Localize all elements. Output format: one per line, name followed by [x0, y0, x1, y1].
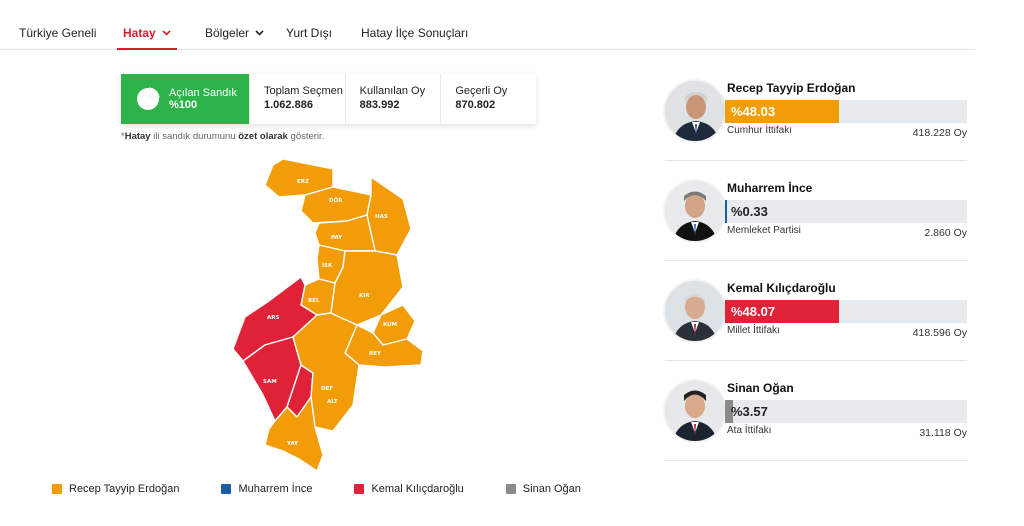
legend-item: Sinan Oğan — [505, 483, 581, 495]
chevron-down-icon — [162, 30, 171, 36]
vote-share-bar: %0.33 — [725, 200, 967, 223]
vote-share-percent: %0.33 — [731, 204, 768, 219]
chevron-down-icon — [255, 30, 264, 36]
candidate-card[interactable]: Muharrem İnce %0.33 Memleket Partisi 2.8… — [665, 181, 967, 261]
district-label-erz: ERZ — [297, 179, 309, 185]
summary-note: *Hatay ili sandık durumunu özet olarak g… — [121, 131, 325, 142]
registered-value: 1.062.886 — [264, 99, 313, 111]
candidate-avatar — [665, 381, 725, 441]
tab-hatay-ilce-sonuclari[interactable]: Hatay İlçe Sonuçları — [361, 26, 468, 40]
legend-swatch — [221, 484, 232, 494]
legend-item: Muharrem İnce — [221, 483, 312, 495]
valid-label: Geçerli Oy — [455, 85, 508, 97]
candidate-name: Kemal Kılıçdaroğlu — [727, 281, 836, 295]
legend-swatch — [354, 484, 365, 494]
candidate-name: Sinan Oğan — [727, 381, 794, 395]
person-portrait-icon — [665, 281, 725, 341]
district-label-alt: ALT — [327, 399, 338, 405]
region-tabs: Türkiye Geneli Hatay Bölgeler Yurt Dışı … — [0, 0, 975, 50]
valid-value: 870.802 — [455, 99, 496, 111]
map-legend: Recep Tayyip Erdoğan Muharrem İnce Kemal… — [52, 483, 623, 495]
vote-share-percent: %48.07 — [731, 304, 776, 319]
hatay-district-map: ERZ DÖR HAS PAY İSK BEL KIR ARS KUM REY … — [232, 158, 424, 472]
used-label: Kullanılan Oy — [359, 85, 426, 97]
district-label-bel: BEL — [308, 298, 320, 304]
candidate-name: Recep Tayyip Erdoğan — [727, 81, 856, 95]
person-portrait-icon — [665, 181, 725, 241]
district-label-sam: SAM — [263, 379, 277, 385]
district-label-kir: KIR — [359, 293, 370, 299]
legend-item: Recep Tayyip Erdoğan — [52, 483, 179, 495]
district-label-has: HAS — [375, 214, 388, 220]
district-label-isk: İSK — [322, 262, 333, 269]
registered-label: Toplam Seçmen — [264, 85, 343, 97]
vote-share-bar: %48.03 — [725, 100, 967, 123]
district-label-ars: ARS — [267, 315, 279, 321]
opened-ballot-box-stat: Açılan Sandık %100 — [121, 74, 249, 124]
candidate-card[interactable]: Kemal Kılıçdaroğlu %48.07 Millet İttifak… — [665, 281, 967, 361]
candidate-vote-count: 31.118 Oy — [919, 427, 967, 439]
candidate-avatar — [665, 81, 725, 141]
used-votes-stat: Kullanılan Oy 883.992 — [344, 74, 441, 124]
candidate-vote-count: 2.860 Oy — [924, 227, 967, 239]
legend-swatch — [52, 484, 62, 494]
candidate-avatar — [665, 281, 725, 341]
district-label-yay: YAY — [286, 441, 299, 447]
person-portrait-icon — [665, 381, 725, 441]
tab-hatay[interactable]: Hatay — [117, 26, 177, 50]
used-value: 883.992 — [359, 99, 400, 111]
district-label-pay: PAY — [331, 235, 343, 241]
candidate-card[interactable]: Recep Tayyip Erdoğan %48.03 Cumhur İttif… — [665, 81, 967, 161]
candidate-name: Muharrem İnce — [727, 181, 813, 195]
candidate-alliance: Ata İttifakı — [727, 425, 772, 436]
legend-swatch — [505, 484, 516, 494]
opened-label: Açılan Sandık — [169, 87, 237, 99]
tab-yurt-disi[interactable]: Yurt Dışı — [286, 26, 332, 40]
registered-voters-stat: Toplam Seçmen 1.062.886 — [249, 74, 345, 124]
district-label-kum: KUM — [383, 322, 397, 328]
candidate-vote-count: 418.228 Oy — [912, 127, 967, 139]
ballot-stats-panel: Açılan Sandık %100 Toplam Seçmen 1.062.8… — [121, 74, 536, 124]
tab-turkiye-geneli[interactable]: Türkiye Geneli — [19, 26, 96, 40]
legend-item: Kemal Kılıçdaroğlu — [354, 483, 464, 495]
vote-share-bar: %3.57 — [725, 400, 967, 423]
pie-chart-icon — [137, 86, 161, 110]
vote-share-fill — [725, 200, 727, 223]
candidate-card[interactable]: Sinan Oğan %3.57 Ata İttifakı 31.118 Oy — [665, 381, 967, 461]
district-label-dor: DÖR — [329, 197, 343, 204]
candidate-alliance: Memleket Partisi — [727, 225, 801, 236]
district-label-def: DEF — [321, 386, 333, 392]
person-portrait-icon — [665, 81, 725, 141]
opened-value: %100 — [169, 99, 198, 111]
vote-share-percent: %3.57 — [731, 404, 768, 419]
district-label-rey: REY — [369, 351, 382, 357]
candidate-alliance: Millet İttifakı — [727, 325, 780, 336]
vote-share-percent: %48.03 — [731, 104, 776, 119]
candidate-avatar — [665, 181, 725, 241]
valid-votes-stat: Geçerli Oy 870.802 — [440, 74, 536, 124]
candidate-vote-count: 418.596 Oy — [912, 327, 967, 339]
vote-share-bar: %48.07 — [725, 300, 967, 323]
candidate-alliance: Cumhur İttifakı — [727, 125, 793, 136]
tab-bolgeler[interactable]: Bölgeler — [205, 26, 264, 40]
